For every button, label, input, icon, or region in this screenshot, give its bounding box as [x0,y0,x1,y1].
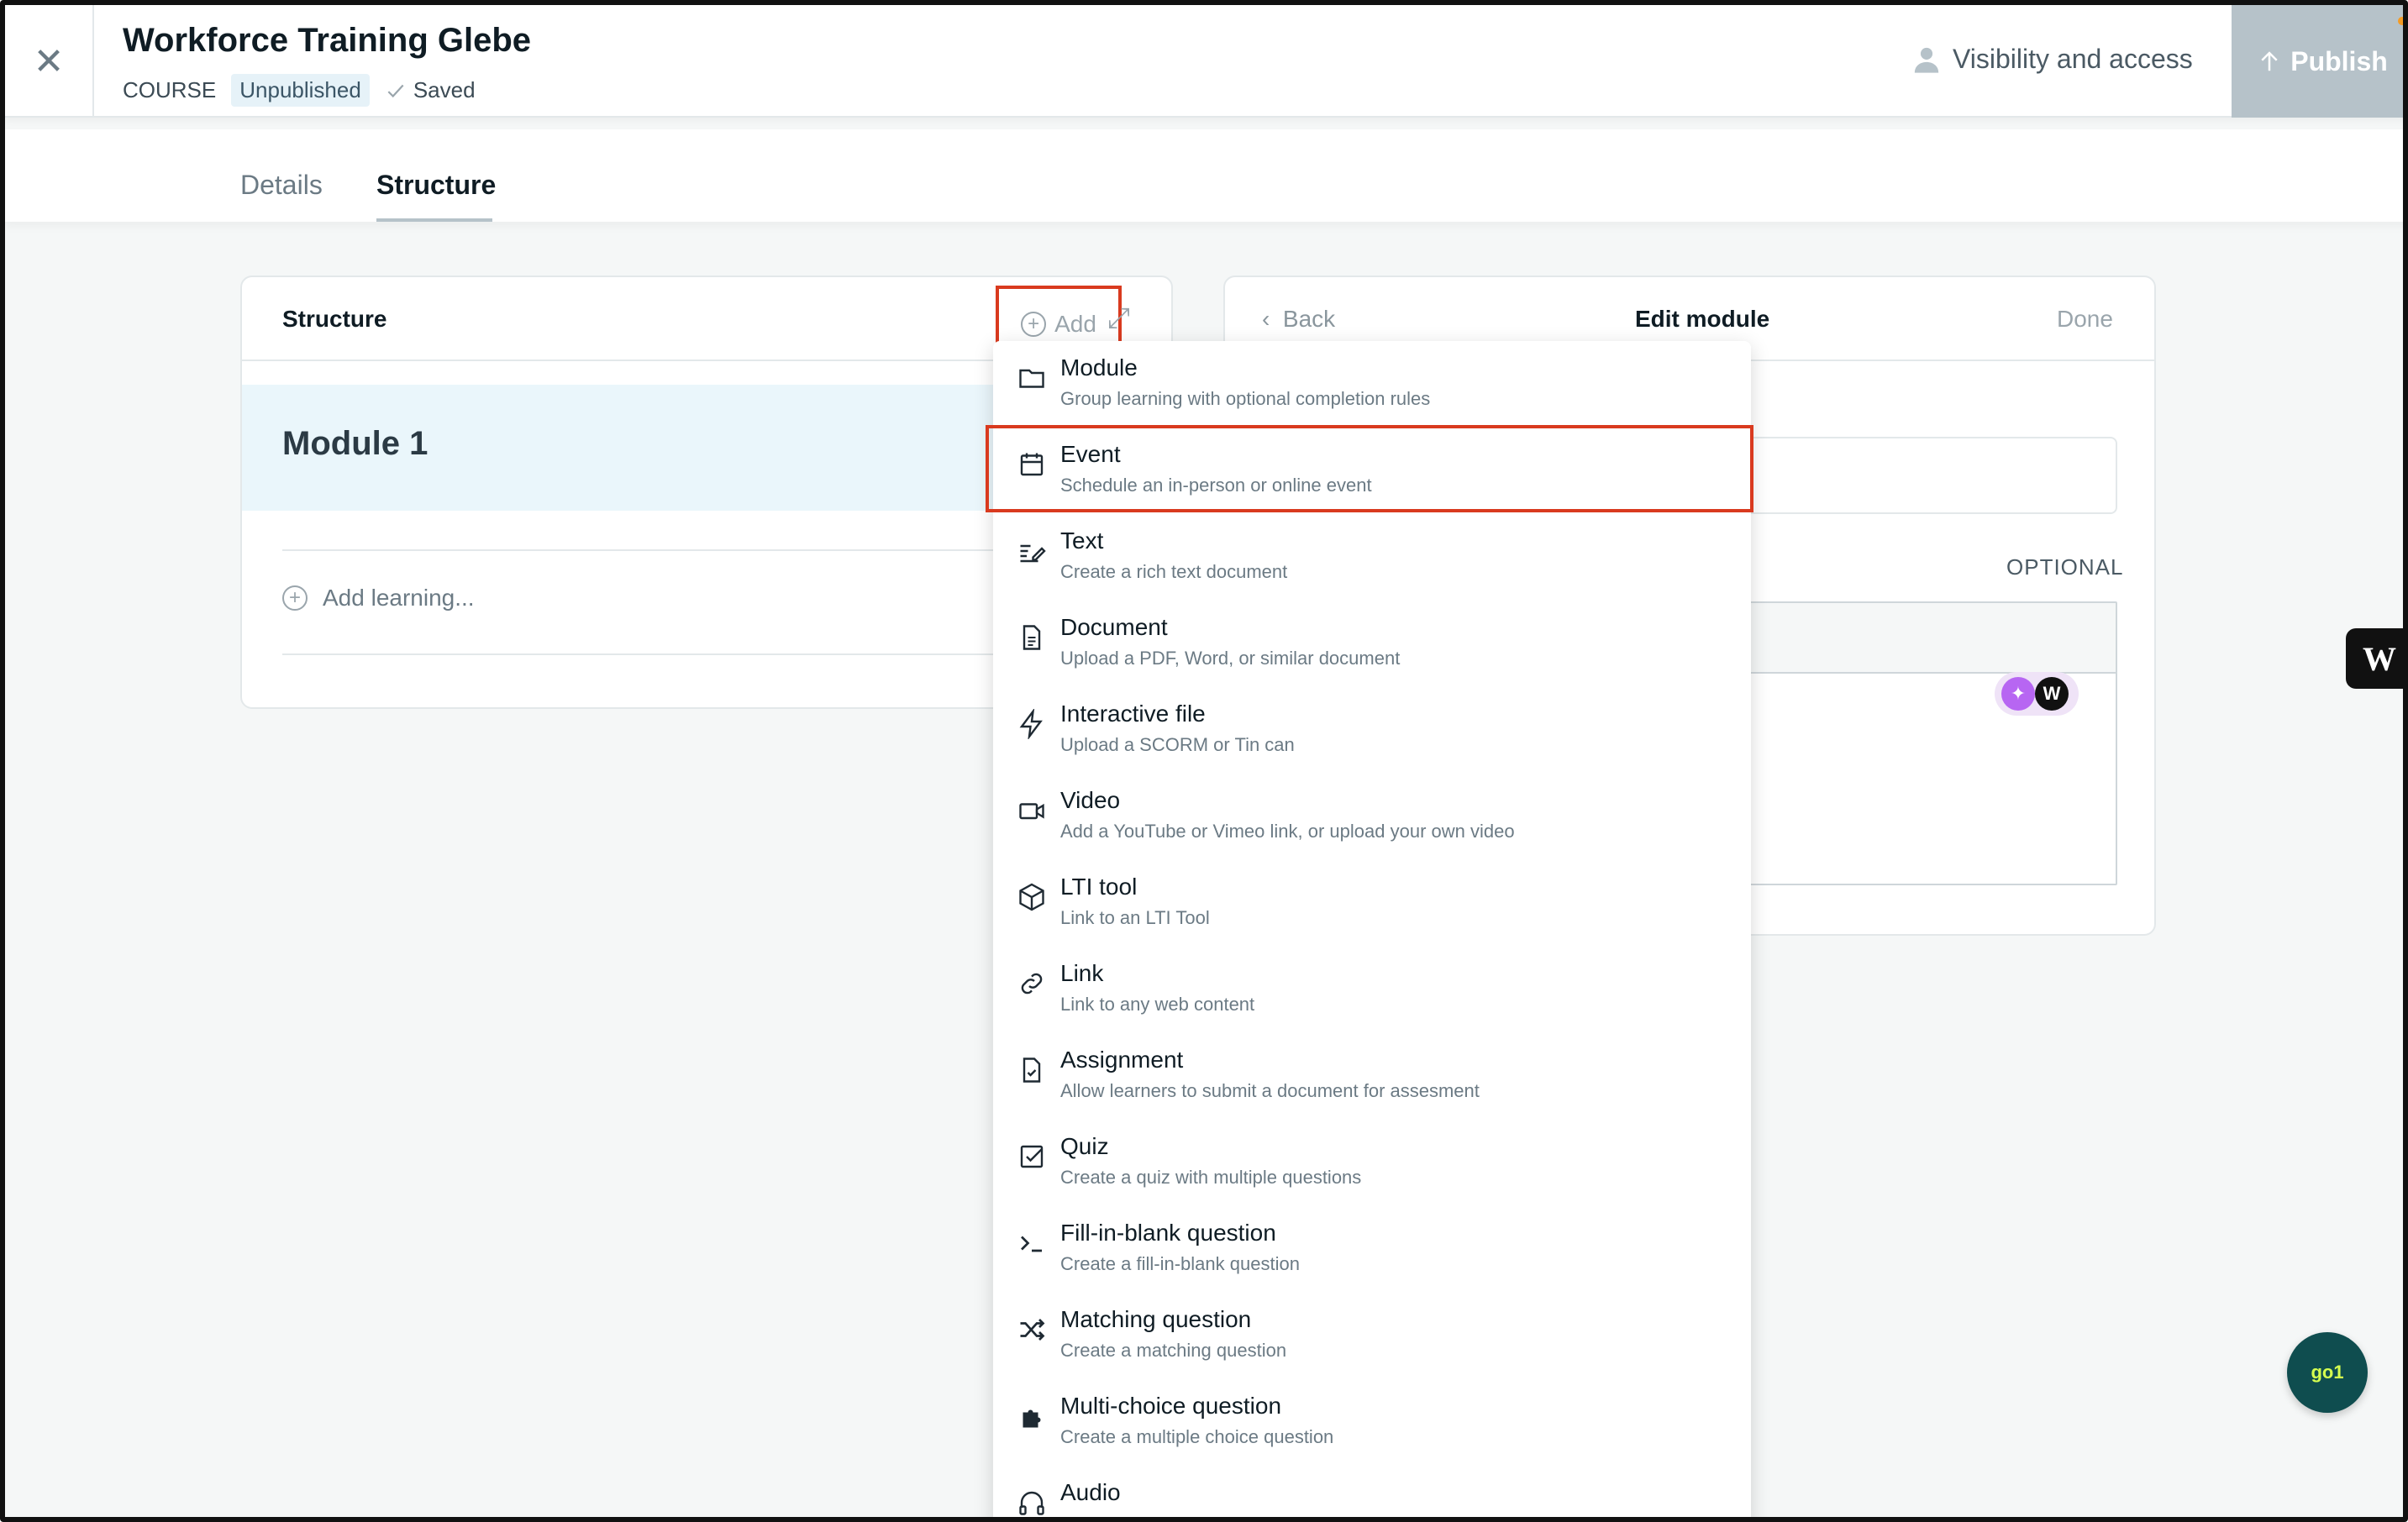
description-editor[interactable] [1729,601,2117,885]
writer-badge-icon[interactable]: W [2035,677,2069,711]
headphones-icon [1019,1491,1044,1515]
menu-item-interactive-file[interactable]: Interactive file Upload a SCORM or Tin c… [993,687,1751,774]
add-content-menu: Module Group learning with optional comp… [993,341,1751,1517]
menu-item-label: Fill-in-blank question [1060,1220,1276,1246]
text-edit-icon [1020,544,1046,563]
status-badge: Unpublished [231,74,370,107]
publish-button[interactable]: Publish [2232,5,2403,118]
saved-label: Saved [413,77,476,102]
menu-item-multi-choice[interactable]: Multi-choice question Create a multiple … [993,1379,1751,1466]
menu-item-desc: Create a quiz with multiple questions [1060,1167,1362,1188]
add-learning-button[interactable]: + Add learning... [282,585,475,611]
sparkle-icon[interactable]: ✦ [2001,677,2035,711]
page-title: Workforce Training Glebe [123,22,532,59]
menu-item-desc: Link to an LTI Tool [1060,907,1210,928]
visibility-label: Visibility and access [1953,44,2193,74]
menu-item-desc: Create a matching question [1060,1340,1287,1361]
go1-assistant-button[interactable]: go1 [2287,1332,2368,1413]
add-learning-label: Add learning... [323,585,475,611]
menu-item-label: Multi-choice question [1060,1393,1282,1419]
event-highlight-box [986,425,1753,512]
expand-icon[interactable]: ⤢ [1107,302,1130,335]
menu-item-video[interactable]: Video Add a YouTube or Vimeo link, or up… [993,774,1751,860]
plus-circle-icon: + [282,585,308,611]
plus-circle-icon: + [1021,312,1047,337]
menu-item-assignment[interactable]: Assignment Allow learners to submit a do… [993,1033,1751,1120]
optional-label: OPTIONAL [2006,554,2124,580]
menu-item-desc: Create a multiple choice question [1060,1426,1334,1447]
notification-dot [2398,17,2403,25]
assignment-icon [1023,1058,1041,1083]
editor-toolbar [1731,603,2116,674]
menu-item-desc: Upload a SCORM or Tin can [1060,734,1295,755]
top-bar: ✕ Workforce Training Glebe COURSE Unpubl… [5,5,2403,118]
done-button[interactable]: Done [2057,306,2113,333]
menu-item-label: LTI tool [1060,874,1138,900]
menu-item-label: Text [1060,527,1104,554]
cube-icon [1019,883,1044,911]
edit-panel-title: Edit module [1635,306,1770,332]
menu-item-matching[interactable]: Matching question Create a matching ques… [993,1293,1751,1379]
menu-item-label: Module [1060,354,1138,380]
video-icon [1019,803,1044,820]
menu-item-label: Document [1060,614,1168,640]
module-title: Module 1 [282,425,428,462]
prompt-icon [1021,1236,1042,1252]
visibility-access-button[interactable]: Visibility and access [1912,44,2193,75]
menu-item-desc: Link to any web content [1060,994,1255,1015]
puzzle-icon [1023,1409,1041,1428]
menu-item-audio[interactable]: Audio [993,1466,1751,1517]
course-type-label: COURSE [123,77,217,102]
menu-item-label: Matching question [1060,1306,1252,1332]
document-icon [1023,625,1041,650]
lightning-icon [1019,709,1043,739]
back-button[interactable]: ‹ Back [1262,306,1335,333]
menu-item-label: Audio [1060,1479,1121,1505]
structure-panel-title: Structure [282,306,387,332]
menu-item-desc: Upload a PDF, Word, or similar document [1060,648,1401,669]
menu-item-text[interactable]: Text Create a rich text document [993,514,1751,601]
menu-item-document[interactable]: Document Upload a PDF, Word, or similar … [993,601,1751,687]
side-widget-tab[interactable]: W [2346,628,2403,689]
active-tab-indicator [376,218,492,222]
menu-item-link[interactable]: Link Link to any web content [993,947,1751,1033]
close-icon[interactable]: ✕ [5,5,94,118]
folder-icon [1019,369,1044,388]
menu-item-label: Quiz [1060,1133,1109,1159]
saved-status: Saved [385,77,476,103]
checkbox-icon [1020,1145,1044,1168]
arrow-up-icon [2261,51,2278,71]
menu-item-module[interactable]: Module Group learning with optional comp… [993,341,1751,428]
menu-item-label: Interactive file [1060,701,1206,727]
link-icon [1021,973,1043,995]
menu-item-label: Link [1060,960,1104,986]
menu-item-desc: Create a fill-in-blank question [1060,1253,1300,1274]
tab-structure[interactable]: Structure [376,170,496,201]
course-meta: COURSE Unpublished Saved [123,74,476,107]
shuffle-icon [1020,1319,1045,1341]
app-frame: ✕ Workforce Training Glebe COURSE Unpubl… [0,0,2408,1522]
menu-item-desc: Add a YouTube or Vimeo link, or upload y… [1060,821,1515,842]
back-label: Back [1282,306,1336,332]
user-icon [1914,47,1939,73]
menu-item-lti-tool[interactable]: LTI tool Link to an LTI Tool [993,860,1751,947]
menu-item-label: Assignment [1060,1047,1184,1073]
menu-item-desc: Allow learners to submit a document for … [1060,1080,1480,1101]
menu-item-fill-in-blank[interactable]: Fill-in-blank question Create a fill-in-… [993,1206,1751,1293]
menu-item-desc: Group learning with optional completion … [1060,388,1431,409]
add-label: Add [1054,311,1096,337]
menu-item-label: Video [1060,787,1121,813]
menu-item-desc: Create a rich text document [1060,561,1288,582]
tabs-bar: Details Structure [5,129,2403,222]
tab-details[interactable]: Details [240,170,323,201]
module-name-input[interactable] [1729,437,2117,514]
menu-item-quiz[interactable]: Quiz Create a quiz with multiple questio… [993,1120,1751,1206]
check-icon [387,84,404,97]
publish-label: Publish [2290,45,2388,76]
